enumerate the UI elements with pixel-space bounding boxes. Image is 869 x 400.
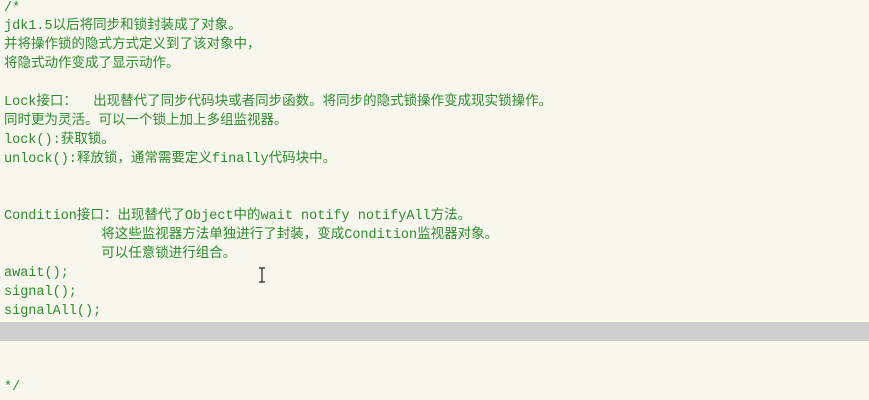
code-line-9[interactable]: unlock():释放锁，通常需要定义finally代码块中。 <box>4 150 336 169</box>
current-line-highlight <box>0 322 869 341</box>
code-line-12[interactable]: Condition接口：出现替代了Object中的wait notify not… <box>4 207 471 226</box>
code-line-21[interactable]: */ <box>4 378 20 397</box>
code-line-3[interactable]: 并将操作锁的隐式方式定义到了该对象中， <box>4 36 261 55</box>
text-cursor-icon <box>257 267 267 283</box>
code-line-13[interactable]: 将这些监视器方法单独进行了封装，变成Condition监视器对象。 <box>4 226 498 245</box>
code-line-15[interactable]: await(); <box>4 264 69 283</box>
code-line-17[interactable]: signalAll(); <box>4 302 101 321</box>
code-line-7[interactable]: 同时更为灵活。可以一个锁上加上多组监视器。 <box>4 112 288 131</box>
code-editor[interactable]: /* jdk1.5以后将同步和锁封装成了对象。 并将操作锁的隐式方式定义到了该对… <box>0 0 869 400</box>
code-line-8[interactable]: lock():获取锁。 <box>4 131 115 150</box>
code-line-6[interactable]: Lock接口： 出现替代了同步代码块或者同步函数。将同步的隐式锁操作变成现实锁操… <box>4 93 552 112</box>
code-line-14[interactable]: 可以任意锁进行组合。 <box>4 245 236 264</box>
code-line-4[interactable]: 将隐式动作变成了显示动作。 <box>4 55 180 74</box>
code-line-16[interactable]: signal(); <box>4 283 77 302</box>
code-line-2[interactable]: jdk1.5以后将同步和锁封装成了对象。 <box>4 17 242 36</box>
code-line-1[interactable]: /* <box>4 0 20 18</box>
